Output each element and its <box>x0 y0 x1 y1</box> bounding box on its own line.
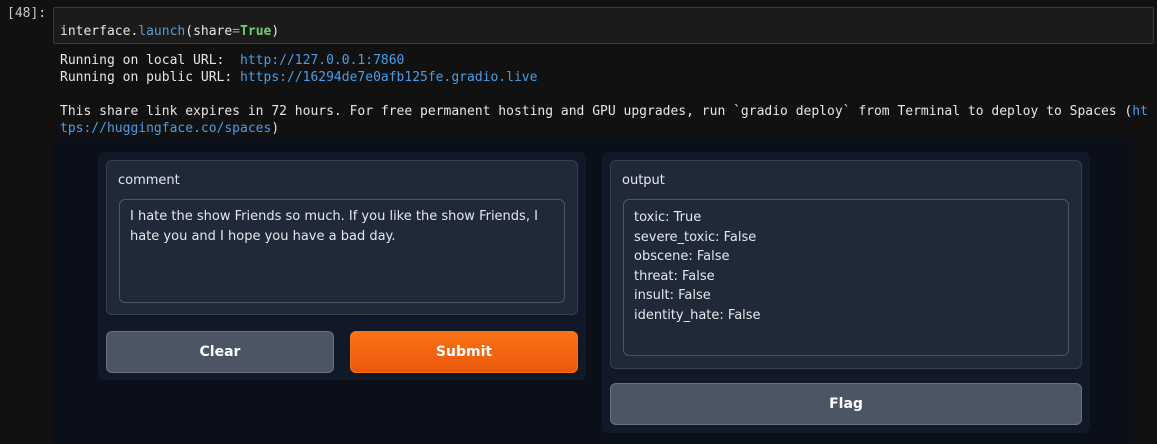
code-line[interactable]: interface.launch(share=True) <box>60 24 279 39</box>
output-panel: output toxic: True severe_toxic: False o… <box>602 152 1090 433</box>
code-paren-close: ) <box>271 24 280 39</box>
share-notice-close: ) <box>271 121 280 136</box>
output-textbox: toxic: True severe_toxic: False obscene:… <box>623 199 1069 356</box>
output-block: output toxic: True severe_toxic: False o… <box>610 160 1082 369</box>
comment-textarea[interactable]: I hate the show Friends so much. If you … <box>119 199 565 303</box>
local-url-label: Running on local URL: <box>60 53 241 68</box>
gradio-app: comment I hate the show Friends so much.… <box>53 138 1134 444</box>
public-url-label: Running on public URL: <box>60 70 241 85</box>
output-line: obscene: False <box>634 249 730 265</box>
output-label: output <box>622 173 665 188</box>
output-line: threat: False <box>634 268 715 284</box>
output-line: identity_hate: False <box>634 307 761 323</box>
submit-button[interactable]: Submit <box>350 331 578 373</box>
code-equals: = <box>232 24 241 39</box>
code-method: launch <box>138 24 186 39</box>
code-value: True <box>240 24 272 39</box>
comment-block: comment I hate the show Friends so much.… <box>106 160 578 315</box>
local-url-link[interactable]: http://127.0.0.1:7860 <box>240 53 404 68</box>
comment-label: comment <box>118 173 180 188</box>
code-paren-open: ( <box>185 24 194 39</box>
output-line: toxic: True <box>634 210 702 225</box>
spaces-link-part2[interactable]: tps://huggingface.co/spaces <box>60 121 271 136</box>
output-line: severe_toxic: False <box>634 229 757 245</box>
spaces-link-part1[interactable]: ht <box>1132 104 1148 119</box>
public-url-link[interactable]: https://16294de7e0afb125fe.gradio.live <box>240 70 537 85</box>
code-arg: share <box>193 24 233 39</box>
share-notice-text: This share link expires in 72 hours. For… <box>60 104 1133 119</box>
flag-button[interactable]: Flag <box>610 383 1082 425</box>
cell-prompt: [48]: <box>7 6 47 21</box>
output-line: insult: False <box>634 288 711 304</box>
input-panel: comment I hate the show Friends so much.… <box>98 152 586 380</box>
cell-output: Running on local URL: http://127.0.0.1:7… <box>60 52 1150 137</box>
clear-button[interactable]: Clear <box>106 331 334 373</box>
code-object: interface. <box>60 24 139 39</box>
code-cell-input[interactable]: interface.launch(share=True) <box>53 7 1154 44</box>
